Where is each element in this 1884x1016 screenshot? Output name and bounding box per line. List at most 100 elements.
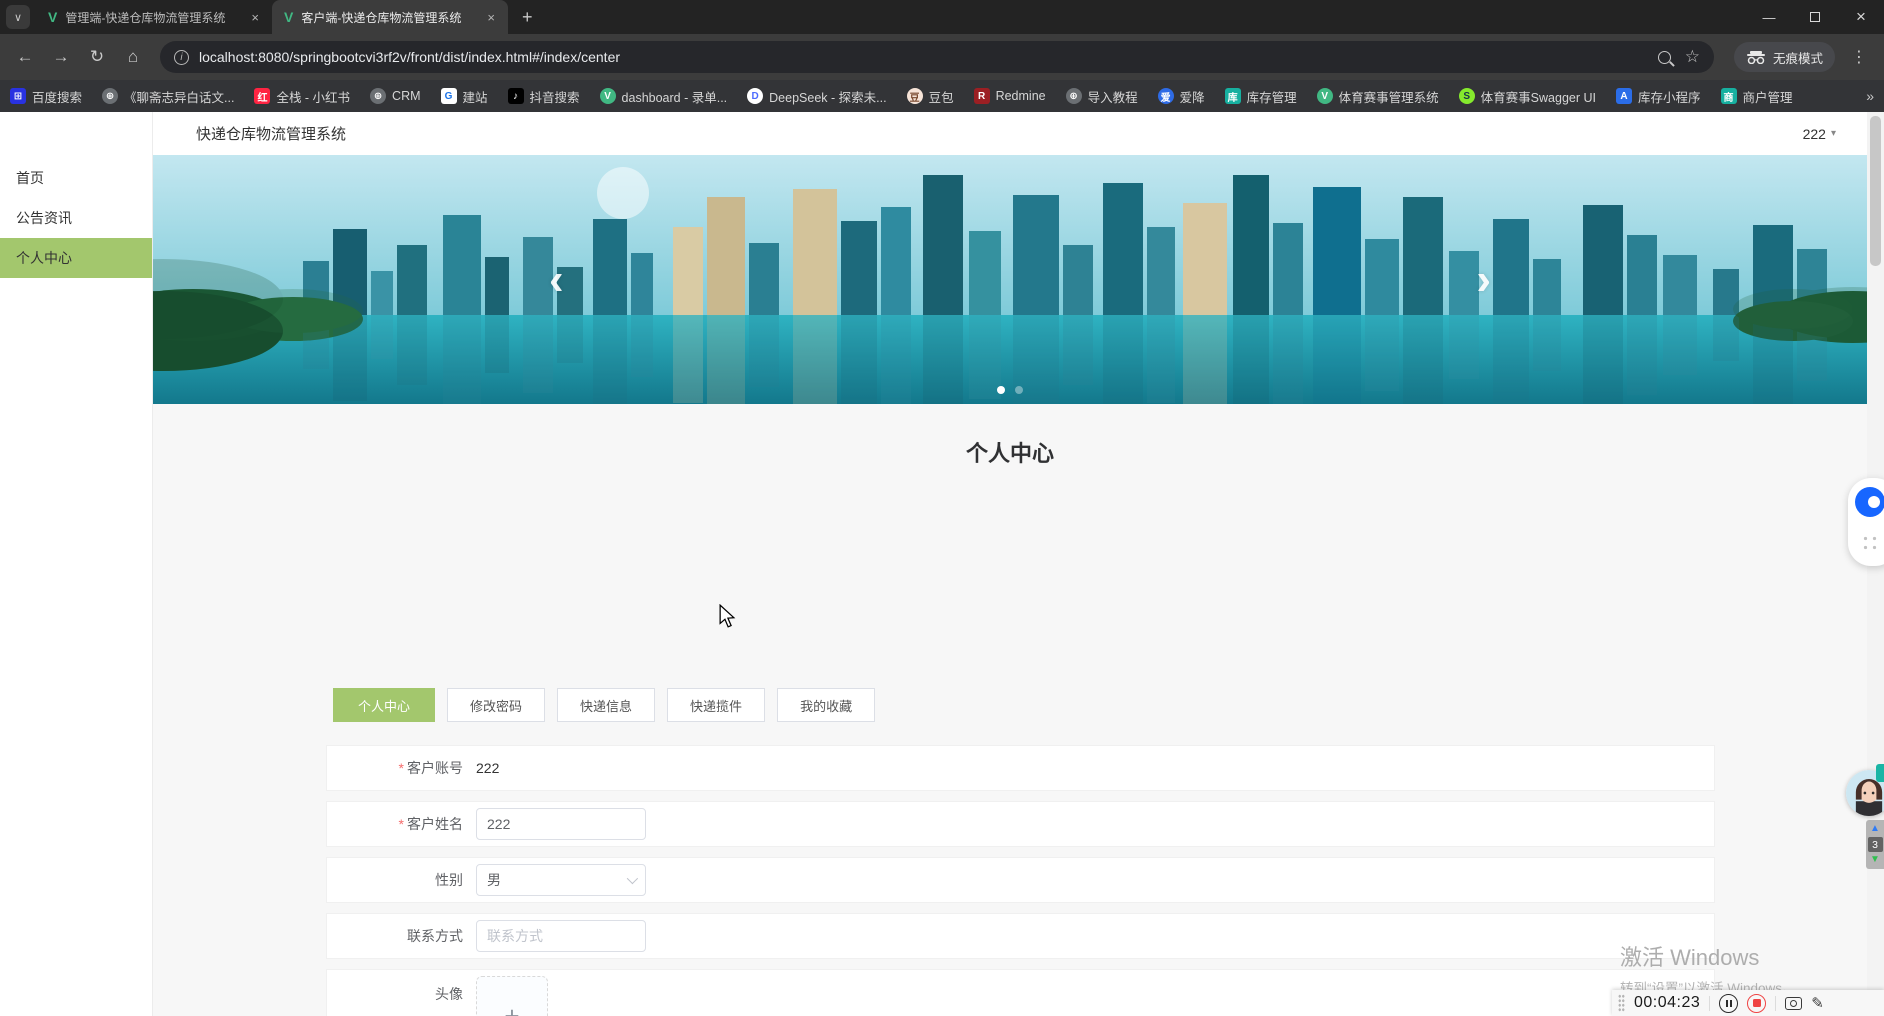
zoom-icon[interactable] <box>1658 51 1671 64</box>
bookmark-item[interactable]: 库库存管理 <box>1225 87 1297 106</box>
window-controls: — × <box>1746 0 1884 34</box>
back-button[interactable]: ← <box>10 42 40 72</box>
sidebar-item-首页[interactable]: 首页 <box>0 158 152 198</box>
bookmark-star-icon[interactable]: ☆ <box>1685 47 1700 67</box>
avatar-upload-button[interactable]: + <box>476 976 548 1016</box>
browser-menu-button[interactable]: ⋮ <box>1841 47 1874 67</box>
sidebar-item-个人中心[interactable]: 个人中心 <box>0 238 152 278</box>
bookmark-label: 库存小程序 <box>1638 87 1701 106</box>
forward-button[interactable]: → <box>46 42 76 72</box>
inventory-icon: 库 <box>1225 88 1241 104</box>
bookmarks-overflow-button[interactable]: » <box>1858 88 1874 104</box>
address-bar[interactable]: i localhost:8080/springbootcvi3rf2v/fron… <box>160 41 1714 73</box>
vue-favicon-icon: V <box>48 9 57 25</box>
carousel-next-button[interactable]: › <box>1476 258 1491 302</box>
tab-修改密码[interactable]: 修改密码 <box>447 688 545 722</box>
globe-icon: ⊕ <box>370 88 386 104</box>
browser-tab-client[interactable]: V 客户端-快递仓库物流管理系统 × <box>272 0 508 34</box>
tab-快递揽件[interactable]: 快递揽件 <box>667 688 765 722</box>
bookmark-item[interactable]: ♪抖音搜索 <box>508 87 580 106</box>
bookmark-item[interactable]: V 体育赛事管理系统 <box>1317 87 1439 106</box>
assistant-icon[interactable] <box>1855 487 1884 517</box>
tab-个人中心[interactable]: 个人中心 <box>333 688 435 722</box>
carousel-prev-button[interactable]: ‹ <box>549 258 564 302</box>
doubao-avatar-icon: 豆 <box>907 88 923 104</box>
bookmark-item[interactable]: ⊕ CRM <box>370 88 420 104</box>
activate-windows-watermark: 激活 Windows 转到“设置”以激活 Windows。 <box>1620 940 1796 997</box>
annotate-pencil-button[interactable]: ✎ <box>1811 994 1824 1012</box>
site-info-icon[interactable]: i <box>174 50 189 65</box>
bookmark-item[interactable]: Vdashboard - 录单... <box>600 87 728 106</box>
bookmark-item[interactable]: DDeepSeek - 探索未... <box>747 87 886 106</box>
refresh-button[interactable]: ↻ <box>82 42 112 72</box>
close-window-button[interactable]: × <box>1838 0 1884 34</box>
sidebar-item-公告资讯[interactable]: 公告资讯 <box>0 198 152 238</box>
name-input[interactable] <box>476 808 646 840</box>
carousel-dot-active[interactable] <box>997 386 1005 394</box>
bookmark-label: 百度搜索 <box>32 87 82 106</box>
browser-tab-admin[interactable]: V 管理端-快递仓库物流管理系统 × <box>36 0 272 34</box>
bookmark-item[interactable]: A库存小程序 <box>1616 87 1701 106</box>
scroll-up-icon[interactable]: ▲ <box>1870 824 1880 834</box>
sidebar: 首页公告资讯个人中心 <box>0 112 153 1016</box>
incognito-badge: 无痕模式 <box>1734 42 1835 72</box>
recording-timer: 00:04:23 <box>1634 994 1700 1012</box>
bookmark-item[interactable]: ⊕导入教程 <box>1066 87 1138 106</box>
bookmark-item[interactable]: 商商户管理 <box>1721 87 1793 106</box>
tab-search-dropdown[interactable]: ∨ <box>6 5 30 29</box>
chevron-down-icon: ∨ <box>14 11 22 24</box>
contact-input[interactable] <box>476 920 646 952</box>
close-tab-icon[interactable]: × <box>248 10 262 25</box>
carousel-dot[interactable] <box>1015 386 1023 394</box>
main-content: 快递仓库物流管理系统 222 ▾ <box>153 112 1884 1016</box>
douyin-icon: ♪ <box>508 88 524 104</box>
xiaohongshu-icon: 红 <box>254 88 270 104</box>
bookmark-item[interactable]: ⊞ 百度搜索 <box>10 87 82 106</box>
pause-recording-button[interactable] <box>1719 994 1738 1013</box>
bookmark-label: 全栈 - 小红书 <box>276 87 350 106</box>
bookmark-item[interactable]: 红全栈 - 小红书 <box>254 87 350 106</box>
new-tab-button[interactable]: + <box>508 7 547 28</box>
restore-button[interactable] <box>1792 0 1838 34</box>
vue-icon: V <box>1317 88 1333 104</box>
user-dropdown[interactable]: 222 ▾ <box>1803 126 1836 142</box>
url-text[interactable]: localhost:8080/springbootcvi3rf2v/front/… <box>199 49 620 65</box>
drag-handle-icon[interactable] <box>1861 534 1879 554</box>
bookmark-item[interactable]: G建站 <box>441 87 488 106</box>
drag-handle-icon[interactable] <box>1618 994 1625 1012</box>
hero-carousel: ‹ › <box>153 155 1867 404</box>
home-button[interactable]: ⌂ <box>118 42 148 72</box>
bookmark-item[interactable]: S体育赛事Swagger UI <box>1459 87 1596 106</box>
tab-快递信息[interactable]: 快递信息 <box>557 688 655 722</box>
globe-icon: ⊕ <box>102 88 118 104</box>
account-value: 222 <box>476 760 499 776</box>
side-tab-handle[interactable] <box>1876 764 1884 782</box>
scroll-down-icon[interactable]: ▼ <box>1870 855 1880 865</box>
bookmark-label: 体育赛事Swagger UI <box>1481 87 1596 106</box>
g-site-icon: G <box>441 88 457 104</box>
close-tab-icon[interactable]: × <box>484 10 498 25</box>
carousel-dots <box>153 386 1867 394</box>
minimize-button[interactable]: — <box>1746 0 1792 34</box>
scrollbar-thumb[interactable] <box>1870 116 1881 266</box>
bookmark-items: ⊞ 百度搜索 ⊕《聊斋志异白话文... 红全栈 - 小红书 ⊕ CRM G建站 ♪抖音搜索 Vd… <box>10 87 1874 106</box>
vue-favicon-icon: V <box>284 9 293 25</box>
activate-line1: 激活 Windows <box>1620 940 1796 972</box>
baidu-icon: ⊞ <box>10 88 26 104</box>
bookmark-item[interactable]: 爱爱降 <box>1158 87 1205 106</box>
bookmark-label: DeepSeek - 探索未... <box>769 87 886 106</box>
bookmark-label: 体育赛事管理系统 <box>1339 87 1439 106</box>
bookmark-item[interactable]: ⊕《聊斋志异白话文... <box>102 87 234 106</box>
bookmark-item[interactable]: 豆豆包 <box>907 87 954 106</box>
bookmark-item[interactable]: RRedmine <box>974 88 1046 104</box>
bookmark-label: CRM <box>392 89 420 103</box>
bookmark-label: 商户管理 <box>1743 87 1793 106</box>
chevron-down-icon <box>627 873 638 884</box>
incognito-icon <box>1746 51 1766 64</box>
assistant-widget[interactable] <box>1848 478 1884 566</box>
tab-我的收藏[interactable]: 我的收藏 <box>777 688 875 722</box>
screenshot-camera-button[interactable] <box>1785 997 1802 1010</box>
restore-icon <box>1810 12 1820 22</box>
gender-select[interactable]: 男 <box>476 864 646 896</box>
stop-recording-button[interactable] <box>1747 994 1766 1013</box>
